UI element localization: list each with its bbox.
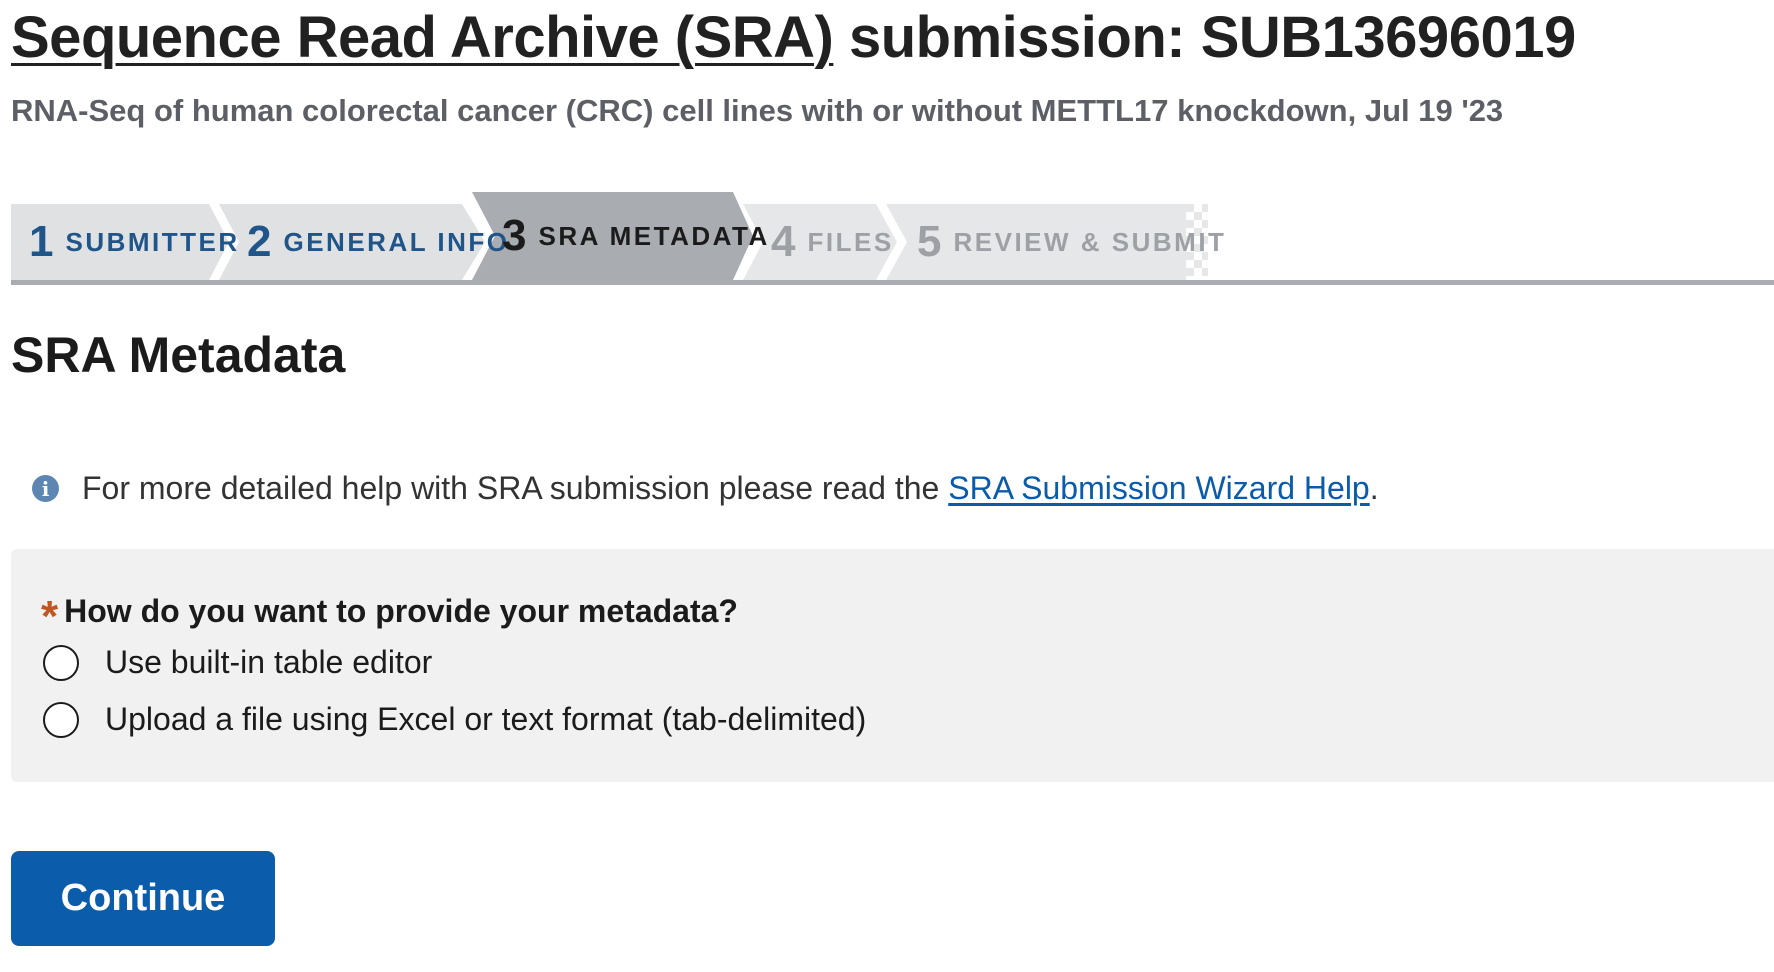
step-number: 2 xyxy=(247,217,272,266)
continue-button[interactable]: Continue xyxy=(11,851,275,946)
step-label: REVIEW & SUBMIT xyxy=(953,226,1227,257)
option-label: Upload a file using Excel or text format… xyxy=(105,701,867,737)
radio-table-editor[interactable] xyxy=(43,644,79,681)
question-label: How do you want to provide your metadata… xyxy=(64,592,738,629)
required-asterisk-icon: * xyxy=(41,592,59,641)
step-number: 4 xyxy=(771,217,796,266)
help-text-period: . xyxy=(1369,470,1379,506)
wizard-stepper: 1 SUBMITTER 2 GENERAL INFO 3 SRA METADAT… xyxy=(11,192,1774,288)
section-title: SRA Metadata xyxy=(11,327,346,383)
help-info-line: i For more detailed help with SRA submis… xyxy=(32,470,1379,507)
stepper-divider xyxy=(11,280,1774,285)
wizard-help-link[interactable]: SRA Submission Wizard Help xyxy=(948,470,1369,507)
submission-id: submission: SUB13696019 xyxy=(833,5,1576,70)
info-icon: i xyxy=(32,475,59,502)
metadata-question-panel: * How do you want to provide your metada… xyxy=(11,549,1774,782)
page-title: Sequence Read Archive (SRA) submission: … xyxy=(11,4,1576,71)
help-text: For more detailed help with SRA submissi… xyxy=(82,470,940,506)
step-general-info[interactable]: 2 GENERAL INFO xyxy=(247,204,509,280)
step-number: 5 xyxy=(917,217,942,266)
option-label: Use built-in table editor xyxy=(105,644,433,680)
option-upload-file[interactable]: Upload a file using Excel or text format… xyxy=(43,701,866,738)
step-files: 4 FILES xyxy=(771,204,894,280)
sra-home-link[interactable]: Sequence Read Archive (SRA) xyxy=(11,5,834,70)
step-label: SRA METADATA xyxy=(538,220,770,251)
option-table-editor[interactable]: Use built-in table editor xyxy=(43,644,432,681)
step-label: GENERAL INFO xyxy=(283,226,510,257)
step-label: SUBMITTER xyxy=(65,226,240,257)
metadata-question: * How do you want to provide your metada… xyxy=(41,589,738,639)
radio-upload-file[interactable] xyxy=(43,701,79,738)
step-review-submit: 5 REVIEW & SUBMIT xyxy=(917,204,1226,280)
step-sra-metadata: 3 SRA METADATA xyxy=(502,192,770,280)
step-label: FILES xyxy=(807,226,894,257)
submission-subtitle: RNA-Seq of human colorectal cancer (CRC)… xyxy=(11,93,1504,128)
step-number: 1 xyxy=(29,217,54,266)
step-number: 3 xyxy=(502,211,527,260)
step-submitter[interactable]: 1 SUBMITTER xyxy=(29,204,240,280)
